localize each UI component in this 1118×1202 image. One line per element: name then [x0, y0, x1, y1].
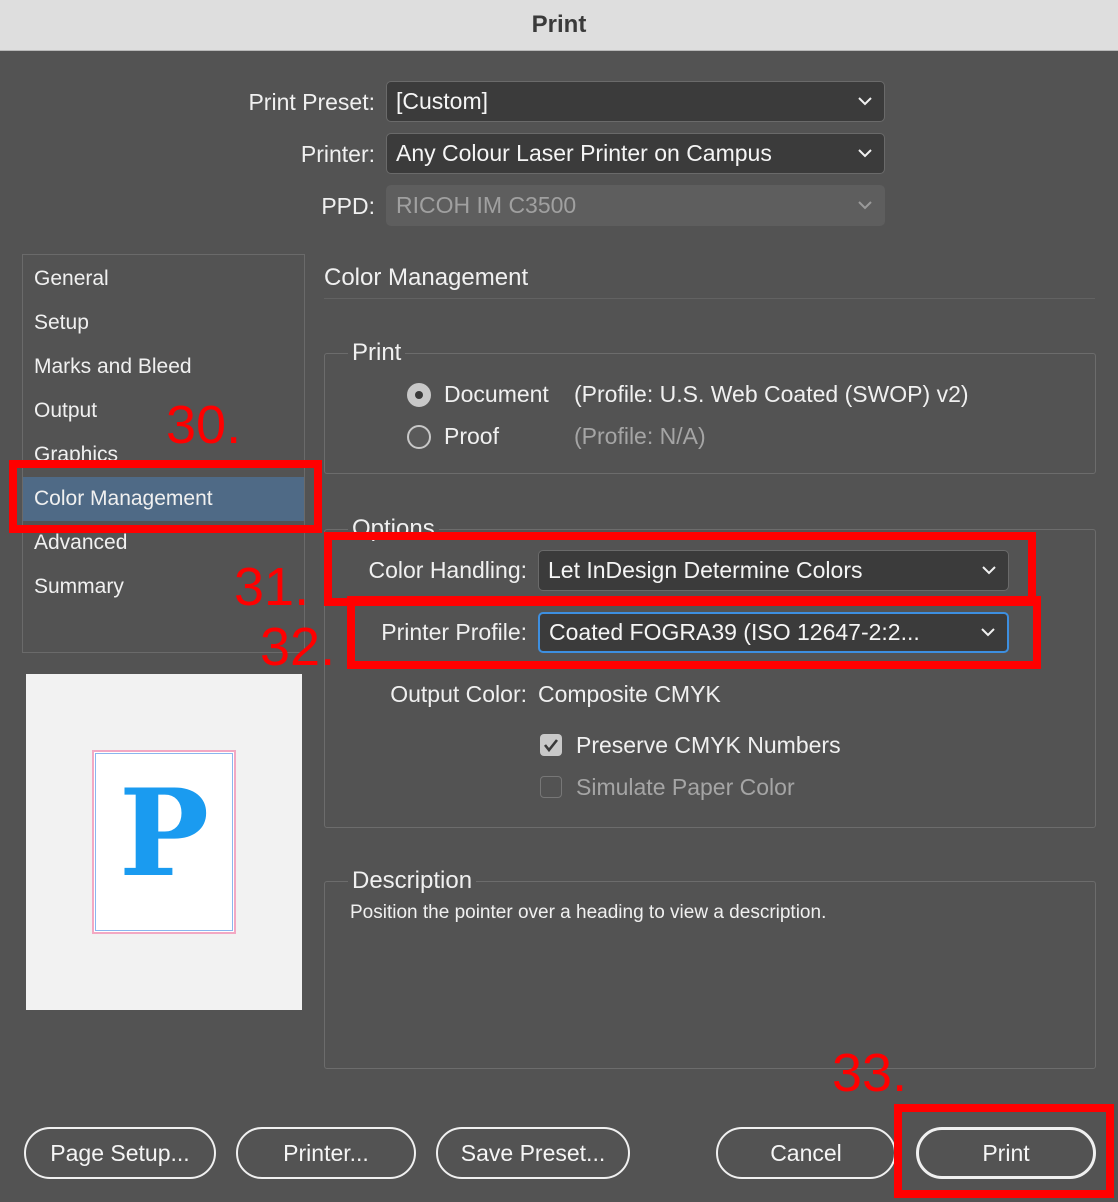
print-preset-label: Print Preset: [248, 89, 375, 115]
page-setup-button[interactable]: Page Setup... [24, 1127, 216, 1179]
sidebar-item-general[interactable]: General [23, 257, 304, 301]
heading-divider [324, 298, 1095, 299]
simulate-paper-label: Simulate Paper Color [576, 774, 795, 800]
proof-profile-text: (Profile: N/A) [574, 423, 706, 449]
annotation-label-31: 31. [234, 557, 310, 617]
document-profile-text: (Profile: U.S. Web Coated (SWOP) v2) [574, 381, 969, 407]
print-preset-value: [Custom] [396, 88, 489, 114]
document-radio-label[interactable]: Document [444, 381, 549, 408]
chevron-down-icon [858, 96, 872, 106]
printer-value: Any Colour Laser Printer on Campus [396, 140, 772, 166]
annotation-label-33: 33. [832, 1043, 908, 1103]
preserve-cmyk-checkbox[interactable] [540, 734, 562, 756]
panel-heading: Color Management [324, 264, 529, 291]
printer-button[interactable]: Printer... [236, 1127, 416, 1179]
cancel-button[interactable]: Cancel [716, 1127, 896, 1179]
printer-select[interactable]: Any Colour Laser Printer on Campus [386, 133, 885, 174]
output-color-label: Output Color: [390, 681, 527, 707]
ppd-label: PPD: [321, 193, 375, 219]
preview-page: P [92, 750, 236, 934]
print-group-legend: Print [348, 339, 406, 367]
annotation-label-30: 30. [166, 395, 242, 455]
proof-radio-label[interactable]: Proof [444, 423, 499, 450]
checkmark-icon [543, 739, 559, 753]
print-preset-select[interactable]: [Custom] [386, 81, 885, 122]
document-radio[interactable] [407, 383, 431, 407]
description-group-legend: Description [348, 867, 477, 895]
proof-radio[interactable] [407, 425, 431, 449]
ppd-select: RICOH IM C3500 [386, 185, 885, 226]
simulate-paper-checkbox [540, 776, 562, 798]
window-titlebar: Print [0, 0, 1118, 51]
annotation-box-color-handling [324, 532, 1036, 606]
chevron-down-icon [858, 148, 872, 158]
annotation-box-printer-profile [347, 596, 1041, 669]
chevron-down-icon [858, 200, 872, 210]
annotation-box-print-button [894, 1104, 1114, 1198]
preview-glyph: P [118, 763, 210, 904]
preserve-cmyk-label[interactable]: Preserve CMYK Numbers [576, 732, 841, 759]
print-group [324, 353, 1096, 474]
save-preset-button[interactable]: Save Preset... [436, 1127, 630, 1179]
description-text: Position the pointer over a heading to v… [350, 902, 827, 923]
ppd-value: RICOH IM C3500 [396, 192, 577, 218]
sidebar-item-marks-and-bleed[interactable]: Marks and Bleed [23, 345, 304, 389]
sidebar-item-setup[interactable]: Setup [23, 301, 304, 345]
sidebar-item-output[interactable]: Output [23, 389, 304, 433]
annotation-label-32: 32. [260, 617, 336, 677]
annotation-box-color-management [9, 460, 322, 533]
output-color-value: Composite CMYK [538, 681, 721, 707]
window-title: Print [531, 11, 587, 38]
page-preview: P [26, 674, 302, 1010]
printer-label: Printer: [300, 141, 375, 167]
